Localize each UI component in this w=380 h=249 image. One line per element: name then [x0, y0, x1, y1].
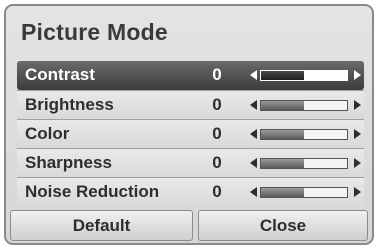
arrow-left-icon[interactable] — [250, 100, 257, 110]
arrow-right-icon[interactable] — [354, 100, 361, 110]
setting-value: 0 — [212, 95, 222, 114]
slider-fill — [261, 188, 304, 197]
setting-value: 0 — [212, 124, 222, 143]
setting-label: Contrast — [25, 65, 95, 84]
setting-value: 0 — [212, 153, 222, 172]
close-button[interactable]: Close — [198, 210, 368, 241]
default-button[interactable]: Default — [10, 210, 193, 241]
arrow-left-icon[interactable] — [250, 129, 257, 139]
setting-row-brightness[interactable]: Brightness 0 — [17, 90, 364, 119]
arrow-right-icon[interactable] — [354, 129, 361, 139]
setting-value: 0 — [212, 182, 222, 201]
arrow-right-icon[interactable] — [354, 187, 361, 197]
button-bar: Default Close — [10, 210, 368, 241]
arrow-left-icon[interactable] — [250, 70, 257, 80]
picture-mode-dialog: Picture Mode Contrast 0 Brightness 0 Col… — [4, 4, 374, 245]
arrow-right-icon[interactable] — [354, 70, 361, 80]
settings-list: Contrast 0 Brightness 0 Color 0 Sharpnes… — [17, 61, 364, 206]
setting-row-color[interactable]: Color 0 — [17, 119, 364, 148]
setting-label: Noise Reduction — [25, 182, 160, 201]
setting-row-contrast[interactable]: Contrast 0 — [17, 61, 364, 90]
setting-value: 0 — [212, 65, 222, 84]
arrow-left-icon[interactable] — [250, 187, 257, 197]
slider-fill — [261, 101, 304, 110]
slider-fill — [261, 130, 304, 139]
setting-row-noise-reduction[interactable]: Noise Reduction 0 — [17, 177, 364, 206]
arrow-left-icon[interactable] — [250, 158, 257, 168]
setting-slider[interactable] — [260, 129, 348, 140]
slider-fill — [261, 159, 304, 168]
setting-label: Color — [25, 124, 70, 143]
arrow-right-icon[interactable] — [354, 158, 361, 168]
setting-label: Brightness — [25, 95, 114, 114]
slider-fill — [261, 71, 304, 80]
dialog-title: Picture Mode — [21, 19, 168, 45]
setting-slider[interactable] — [260, 158, 348, 169]
setting-slider[interactable] — [260, 70, 348, 81]
setting-slider[interactable] — [260, 100, 348, 111]
setting-label: Sharpness — [25, 153, 112, 172]
setting-row-sharpness[interactable]: Sharpness 0 — [17, 148, 364, 177]
setting-slider[interactable] — [260, 187, 348, 198]
